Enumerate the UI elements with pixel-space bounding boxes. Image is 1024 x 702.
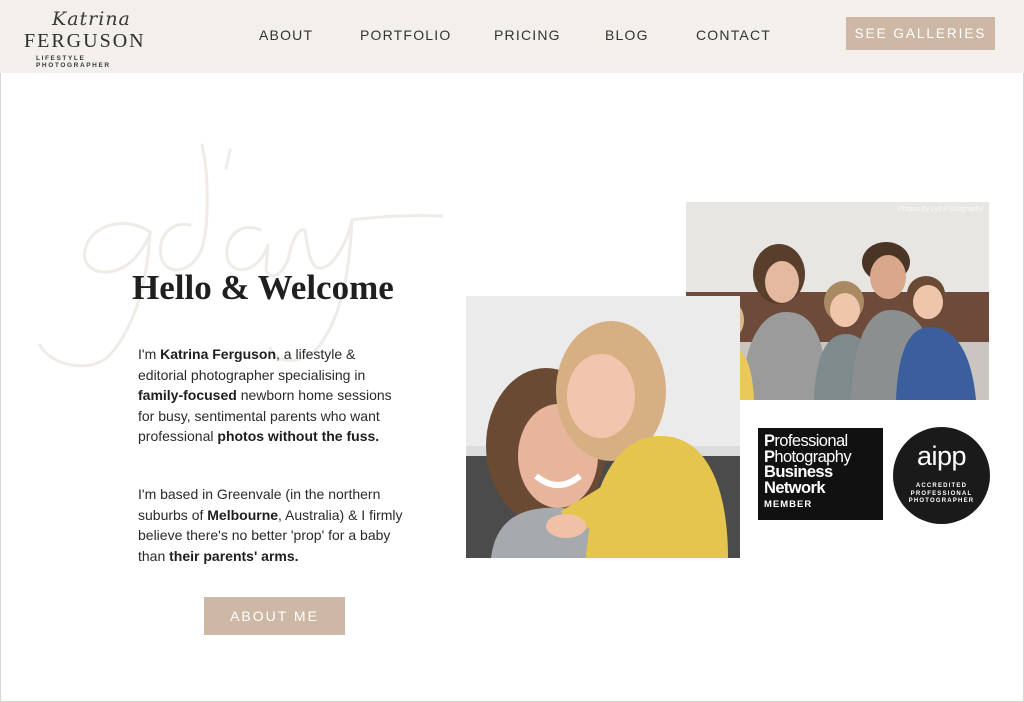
- aipp-line-2: PROFESSIONAL: [910, 490, 973, 497]
- hero-title: Hello & Welcome: [132, 268, 394, 307]
- ppbn-member-label: MEMBER: [764, 499, 813, 510]
- site-header: Katrina FERGUSON LIFESTYLE PHOTOGRAPHER …: [0, 0, 1024, 73]
- aipp-line-3: PHOTOGRAPHER: [908, 498, 975, 504]
- aipp-logo: aipp: [916, 441, 967, 471]
- intro-paragraph: I'm Katrina Ferguson, a lifestyle & edit…: [138, 344, 408, 447]
- nav-item-pricing[interactable]: PRICING: [494, 27, 561, 43]
- location-bold-arms: their parents' arms.: [169, 547, 299, 564]
- ppbn-member-badge: Professional Photography Business Networ…: [758, 428, 883, 520]
- photo-credit: Photos by Lyli Photography: [898, 206, 983, 213]
- intro-bold-family-focused: family-focused: [138, 387, 237, 403]
- ppbn-initial-4: N: [764, 478, 776, 497]
- mother-daughter-photo: [466, 296, 740, 558]
- logo-tagline: LIFESTYLE PHOTOGRAPHER: [36, 55, 111, 69]
- intro-text-1: I'm: [138, 346, 161, 362]
- see-galleries-button[interactable]: SEE GALLERIES: [846, 17, 995, 50]
- aipp-line-1: ACCREDITED: [915, 483, 968, 489]
- nav-item-contact[interactable]: CONTACT: [696, 27, 771, 43]
- nav-item-about[interactable]: ABOUT: [259, 27, 313, 43]
- location-paragraph: I'm based in Greenvale (in the northern …: [138, 484, 408, 566]
- ppbn-line-4: Network: [764, 478, 877, 497]
- nav-item-blog[interactable]: BLOG: [605, 27, 649, 43]
- intro-bold-name: Katrina Ferguson: [160, 346, 277, 362]
- nav-item-portfolio[interactable]: PORTFOLIO: [360, 27, 451, 43]
- aipp-subtitle: ACCREDITED PROFESSIONAL PHOTOGRAPHER: [893, 483, 990, 506]
- gday-script-decoration: [38, 143, 444, 368]
- ppbn-word-4: etwork: [775, 478, 825, 497]
- about-me-button[interactable]: ABOUT ME: [204, 597, 345, 635]
- mother-daughter-photo-image: [466, 296, 740, 558]
- intro-bold-photos: photos without the fuss.: [217, 428, 380, 444]
- location-bold-melbourne: Melbourne: [207, 506, 279, 523]
- aipp-accredited-badge: aipp ACCREDITED PROFESSIONAL PHOTOGRAPHE…: [893, 427, 990, 524]
